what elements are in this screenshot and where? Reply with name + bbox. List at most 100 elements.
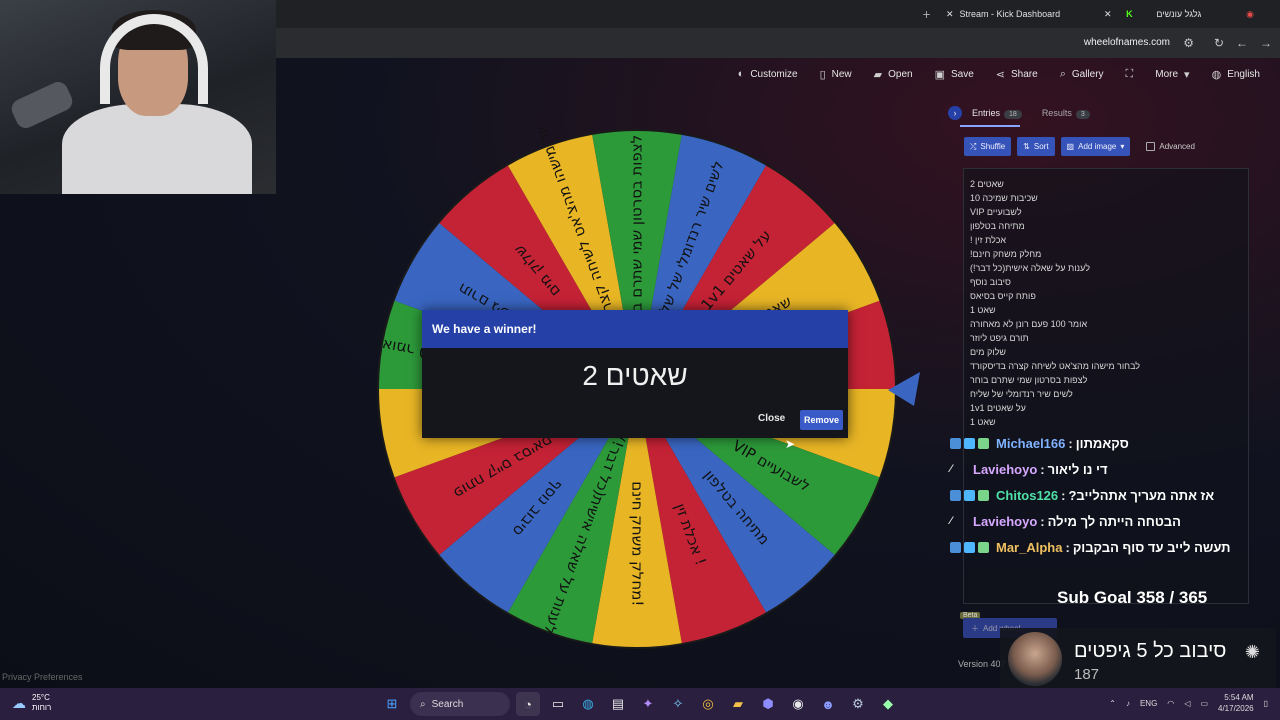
entry-line[interactable]: אכלת זין !: [970, 233, 1242, 247]
folder-icon: ▰: [873, 68, 883, 81]
dialog-title: We have a winner!: [422, 310, 848, 348]
winner-text: שאטים 2: [582, 360, 688, 391]
shuffle-button[interactable]: ⤮ Shuffle: [964, 137, 1012, 156]
sub-goal: Sub Goal 358 / 365: [1057, 588, 1208, 607]
task-view-icon[interactable]: ▭: [546, 692, 570, 716]
file-explorer-icon[interactable]: ▰: [726, 692, 750, 716]
start-button[interactable]: ⊞: [380, 692, 404, 716]
share-button[interactable]: ⋖ Share: [996, 68, 1038, 81]
obs-icon[interactable]: ◉: [786, 692, 810, 716]
reload-icon[interactable]: ↻: [1214, 36, 1224, 50]
chat-separator: :: [1068, 435, 1073, 451]
new-button[interactable]: ▯ New: [820, 68, 852, 81]
weather-desc: רוחות: [32, 703, 52, 712]
clock[interactable]: 5:54 AM 4/17/2026: [1218, 692, 1254, 714]
chevron-up-icon[interactable]: ⌃: [1109, 699, 1116, 708]
close-icon[interactable]: ✕: [946, 9, 954, 20]
entry-line[interactable]: לשים שיר רנדומלי של שליח: [970, 387, 1242, 401]
tab-results[interactable]: Results 3: [1042, 108, 1090, 119]
new-label: New: [831, 68, 852, 80]
chat-username[interactable]: Chitos126: [996, 488, 1058, 503]
gift-goal-count: 187: [1074, 666, 1100, 683]
entries-label: Entries: [972, 108, 1001, 118]
tab-wheel[interactable]: ✕ גלגל עונשים ◉: [1104, 4, 1254, 24]
entry-line[interactable]: שכיבות שמיכה 10: [970, 191, 1242, 205]
entry-line[interactable]: מחלק משחק חינם!: [970, 247, 1242, 261]
entry-line[interactable]: מתיחה בטלפון: [970, 219, 1242, 233]
search-box[interactable]: ⌕ Search: [410, 692, 510, 716]
tab-entries[interactable]: Entries 18: [972, 108, 1022, 119]
chat-username[interactable]: Laviehoyo: [973, 462, 1037, 477]
entry-line[interactable]: VIP לשבועיים: [970, 205, 1242, 219]
sort-button[interactable]: ⇅ Sort: [1017, 137, 1055, 156]
battery-icon[interactable]: ▭: [1200, 699, 1208, 708]
url-field[interactable]: wheelofnames.com: [1084, 37, 1170, 48]
app-toolbar: ◐ Customize ▯ New ▰ Open ▣ Save ⋖ Share ⌕ Gall…: [738, 58, 1280, 90]
badge-icon: [964, 489, 975, 501]
teams-icon[interactable]: ⬢: [756, 692, 780, 716]
entry-line[interactable]: לענות על שאלה אישית(כל דבר!): [970, 261, 1242, 275]
entry-line[interactable]: אומר 100 פעם רונן לא מאחורה: [970, 317, 1242, 331]
add-image-label: Add image: [1078, 142, 1117, 151]
new-tab-button[interactable]: ＋: [922, 4, 931, 24]
entry-line[interactable]: לבחור מישהו מהצ'אט לשיחה קצרה בדיסקורד: [970, 359, 1242, 373]
volume-icon[interactable]: ◁: [1184, 699, 1190, 708]
remove-button[interactable]: Remove: [800, 410, 843, 430]
steam-icon[interactable]: ⚙: [846, 692, 870, 716]
entry-line[interactable]: שלוק מים: [970, 345, 1242, 359]
chat-message: ⁄ Laviehoyo : הבטחה הייתה לך מילה: [950, 508, 1270, 534]
copilot-icon[interactable]: ✦: [636, 692, 660, 716]
notification-icon[interactable]: ▯: [1264, 699, 1268, 708]
language-indicator[interactable]: ENG: [1140, 699, 1157, 708]
fullscreen-icon: ⛶: [1125, 67, 1134, 80]
more-menu[interactable]: More ▾: [1155, 68, 1189, 81]
advanced-checkbox[interactable]: [1146, 142, 1156, 151]
back-icon[interactable]: ←: [1236, 36, 1248, 50]
widgets-icon[interactable]: ◔: [516, 692, 540, 716]
fullscreen-button[interactable]: ⛶: [1126, 68, 1134, 81]
wifi-icon[interactable]: ◠: [1167, 699, 1174, 708]
close-button[interactable]: Close: [758, 413, 785, 424]
badge-icon: [964, 437, 975, 449]
chat-separator: :: [1040, 513, 1045, 529]
chrome-icon[interactable]: ◎: [696, 692, 720, 716]
store-icon[interactable]: ▤: [606, 692, 630, 716]
collapse-panel-icon[interactable]: ›: [948, 106, 962, 120]
gallery-button[interactable]: ⌕ Gallery: [1060, 68, 1104, 81]
chat-separator: :: [1061, 487, 1066, 503]
chat-username[interactable]: Mar_Alpha: [996, 540, 1062, 555]
chat-text: סקאמתון: [1075, 435, 1129, 451]
save-button[interactable]: ▣ Save: [935, 68, 974, 81]
entry-line[interactable]: שאט 1: [970, 303, 1242, 317]
entry-line[interactable]: תורם גיפט ליוזר: [970, 331, 1242, 345]
chat-username[interactable]: Michael166: [996, 436, 1065, 451]
close-icon[interactable]: ✕: [1104, 9, 1112, 20]
entry-line[interactable]: סיבוב נוסף: [970, 275, 1242, 289]
entry-line[interactable]: שאטים 2: [970, 177, 1242, 191]
entry-line[interactable]: לצפות בסרטון שמי שתרם בוחר: [970, 373, 1242, 387]
sort-icon: ⇅: [1023, 142, 1030, 151]
advanced-toggle[interactable]: Advanced: [1146, 142, 1195, 151]
weather-widget[interactable]: ☁ 25°C רוחות: [12, 693, 51, 713]
app-icon[interactable]: ◆: [876, 692, 900, 716]
copilot-alt-icon[interactable]: ✧: [666, 692, 690, 716]
entry-line[interactable]: שאט 1: [970, 415, 1242, 429]
site-settings-icon[interactable]: ⚙: [1183, 36, 1194, 50]
language-select[interactable]: ◍ English: [1212, 68, 1260, 81]
customize-button[interactable]: ◐ Customize: [738, 68, 798, 80]
chat-message: ⁄ Laviehoyo : די נו ליאור: [950, 456, 1270, 482]
entry-line[interactable]: 1v1 על שאטים: [970, 401, 1242, 415]
image-icon: ▨: [1066, 142, 1075, 151]
discord-icon[interactable]: ☻: [816, 692, 840, 716]
chat-username[interactable]: Laviehoyo: [973, 514, 1037, 529]
weather-info: 25°C רוחות: [32, 693, 51, 713]
privacy-link[interactable]: Privacy Preferences: [2, 672, 83, 682]
weather-icon: ☁: [12, 694, 26, 711]
edge-icon[interactable]: ◍: [576, 692, 600, 716]
add-image-button[interactable]: ▨ Add image ▾: [1060, 137, 1131, 156]
open-button[interactable]: ▰ Open: [874, 68, 913, 81]
forward-icon[interactable]: →: [1260, 36, 1272, 50]
entry-line[interactable]: פותח קייס בסיאס: [970, 289, 1242, 303]
shuffle-label: Shuffle: [980, 142, 1006, 151]
mic-icon[interactable]: ♪: [1126, 699, 1130, 708]
